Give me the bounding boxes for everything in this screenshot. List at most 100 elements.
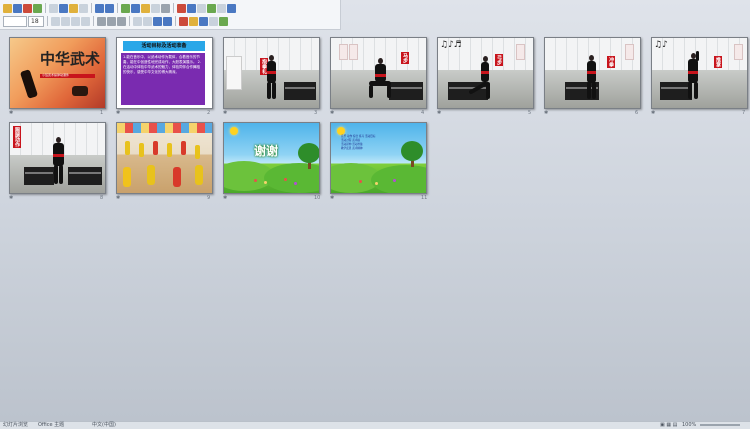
paste-icon[interactable] — [69, 3, 78, 13]
bullets-icon[interactable] — [133, 16, 142, 26]
view-buttons[interactable]: ▣ ▦ ▤ — [660, 422, 677, 429]
slide-thumbnail-3[interactable]: 抱拳礼 — [223, 37, 320, 109]
print-preview-icon[interactable] — [33, 3, 42, 13]
slide-thumbnail-4[interactable]: 马步 — [330, 37, 427, 109]
martial-artist-silhouette — [19, 69, 39, 99]
fill-color-icon[interactable] — [189, 16, 198, 26]
decrease-font-icon[interactable] — [163, 16, 172, 26]
new-slide-icon[interactable] — [187, 3, 196, 13]
tree — [401, 141, 423, 161]
slide-thumbnail-2[interactable]: 活动目标及活动准备 1.能在音乐中，以武术动作为载体，合着音乐的节奏，能在中创造… — [116, 37, 213, 109]
classroom-wall-decor — [117, 123, 212, 133]
align-left-icon[interactable] — [97, 16, 106, 26]
child — [139, 143, 144, 157]
line-color-icon[interactable] — [199, 16, 208, 26]
arrange-icon[interactable] — [209, 16, 218, 26]
toolbar-separator — [129, 16, 130, 26]
slide-thumbnail-11[interactable]: 音乐 动作 综合 练习 活动目标 活动过程 武术操 活动延伸 活动准备 教学反思… — [330, 122, 427, 194]
slide-thumbnail-6[interactable]: 冲拳 — [544, 37, 641, 109]
slide-11-text: 音乐 动作 综合 练习 活动目标 活动过程 武术操 活动延伸 活动准备 教学反思… — [341, 135, 401, 151]
bold-icon[interactable] — [51, 16, 60, 26]
insert-chart-icon[interactable] — [131, 3, 140, 13]
flower — [359, 180, 362, 183]
font-size-combo[interactable]: 18 — [28, 15, 44, 27]
increase-font-icon[interactable] — [153, 16, 162, 26]
align-center-icon[interactable] — [107, 16, 116, 26]
slide-2-number: 2 — [207, 110, 211, 116]
red-belt — [53, 154, 64, 157]
slide-6-banner: 冲拳 — [607, 56, 615, 68]
insert-textbox-icon[interactable] — [151, 3, 160, 13]
toolbar-separator — [47, 16, 48, 26]
slide-6-number: 6 — [635, 110, 639, 116]
performer-leg — [592, 82, 596, 99]
status-language: 中文(中国) — [92, 422, 116, 428]
kicker-silhouette — [72, 86, 88, 96]
cut-icon[interactable] — [49, 3, 58, 13]
poster — [516, 44, 525, 60]
flower — [294, 182, 297, 185]
slide-7-number: 7 — [742, 110, 746, 116]
slide-1-title: 中华武术 — [40, 50, 101, 68]
zoom-level: 100% — [682, 422, 697, 428]
slide-2-star: ✱ — [116, 110, 121, 116]
toolbar-separator — [175, 16, 176, 26]
performer-leg — [54, 165, 58, 184]
insert-picture-icon[interactable] — [141, 3, 150, 13]
sun-icon — [230, 127, 238, 135]
toolbar-row-2: 18 — [3, 15, 228, 27]
font-name-combo[interactable] — [3, 15, 27, 27]
shadow-icon[interactable] — [81, 16, 90, 26]
toolbar-row-1 — [3, 2, 236, 14]
format-painter-icon[interactable] — [79, 3, 88, 13]
slide-thumbnail-1[interactable]: 中华武术 小班武术操律动课件 — [9, 37, 106, 109]
performer-leg — [387, 85, 391, 98]
slide-thumbnail-7[interactable]: ♫♪ 推掌 — [651, 37, 748, 109]
slide-11-line: 教学反思 武术精神 — [341, 147, 363, 150]
insert-table-icon[interactable] — [121, 3, 130, 13]
insert-shape-icon[interactable] — [161, 3, 170, 13]
slide-4-number: 4 — [421, 110, 425, 116]
performer-leg — [267, 82, 271, 99]
tree — [298, 143, 319, 163]
poster — [734, 44, 743, 60]
align-right-icon[interactable] — [117, 16, 126, 26]
child — [167, 143, 172, 157]
help-icon[interactable] — [227, 3, 236, 13]
zoom-icon[interactable] — [217, 3, 226, 13]
open-icon[interactable] — [3, 3, 12, 13]
poster — [625, 44, 634, 60]
music-notes-icon: ♫♪ — [654, 40, 668, 50]
slide-3-star: ✱ — [223, 110, 228, 116]
slide-9-star: ✱ — [116, 195, 121, 201]
quick-styles-icon[interactable] — [219, 16, 228, 26]
status-bar: 幻灯片浏览 Office 主题 中文(中国) ▣ ▦ ▤ 100% — [0, 421, 750, 429]
status-theme: Office 主题 — [38, 422, 65, 428]
copy-icon[interactable] — [59, 3, 68, 13]
layout-icon[interactable] — [197, 3, 206, 13]
child — [123, 167, 131, 187]
performer-leg — [59, 165, 63, 184]
slide-9-number: 9 — [207, 195, 211, 201]
save-icon[interactable] — [13, 3, 22, 13]
undo-icon[interactable] — [95, 3, 104, 13]
design-icon[interactable] — [207, 3, 216, 13]
slide-thumbnail-8[interactable]: 踢腿动作 — [9, 122, 106, 194]
redo-icon[interactable] — [105, 3, 114, 13]
underline-icon[interactable] — [71, 16, 80, 26]
slide-thumbnail-5[interactable]: ♫♪♬ 弓步 — [437, 37, 534, 109]
slide-thumbnail-10[interactable]: 谢谢 — [223, 122, 320, 194]
print-icon[interactable] — [23, 3, 32, 13]
child — [181, 141, 186, 155]
child — [125, 141, 130, 155]
italic-icon[interactable] — [61, 16, 70, 26]
font-color-icon[interactable] — [179, 16, 188, 26]
slide-4-banner: 马步 — [401, 52, 409, 64]
slide-thumbnail-9[interactable] — [116, 122, 213, 194]
slideshow-icon[interactable] — [177, 3, 186, 13]
zoom-slider[interactable] — [700, 424, 740, 426]
status-slide-info: 幻灯片浏览 — [3, 422, 29, 428]
numbering-icon[interactable] — [143, 16, 152, 26]
child — [173, 167, 181, 187]
red-belt — [688, 71, 698, 74]
